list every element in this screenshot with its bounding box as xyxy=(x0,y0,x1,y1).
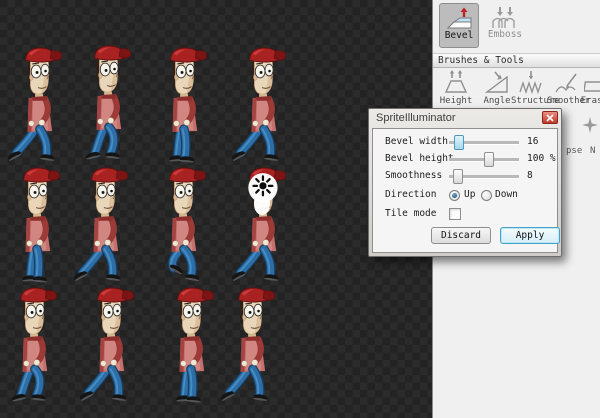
tool-eraser[interactable]: Eraser xyxy=(577,70,600,110)
bevel-mode-button[interactable]: Bevel xyxy=(439,3,479,48)
angle-tool-icon xyxy=(484,70,510,94)
brushes-tools-title: Brushes & Tools xyxy=(438,55,524,66)
bevel-height-value: 100 % xyxy=(527,153,556,164)
tool-structure[interactable]: Structure xyxy=(511,70,551,110)
emboss-mode-button[interactable]: Emboss xyxy=(482,3,528,46)
sprite-frame xyxy=(4,46,72,165)
walking-character-sprite xyxy=(149,46,217,165)
sparkle-tool-icon[interactable] xyxy=(581,116,599,134)
walking-character-sprite xyxy=(217,286,285,405)
structure-tool-icon xyxy=(518,70,544,94)
bevel-height-label: Bevel height xyxy=(385,153,454,164)
eraser-tool-icon xyxy=(584,70,600,94)
sprite-frame xyxy=(217,286,285,405)
walking-character-sprite xyxy=(148,166,216,285)
walking-character-sprite xyxy=(76,286,144,405)
height-tool-label: Height xyxy=(436,96,476,106)
apply-button[interactable]: Apply xyxy=(500,227,560,244)
structure-tool-label: Structure xyxy=(511,96,551,106)
walking-character-sprite xyxy=(4,46,72,165)
direction-label: Direction xyxy=(385,189,436,200)
close-button[interactable] xyxy=(542,111,558,124)
smoothness-slider-thumb[interactable] xyxy=(453,169,463,184)
sprite-frame xyxy=(76,286,144,405)
sprite-frame xyxy=(156,286,224,405)
bevel-mode-label: Bevel xyxy=(440,30,478,41)
discard-button[interactable]: Discard xyxy=(431,227,491,244)
smoothness-value: 8 xyxy=(527,170,533,181)
dialog-titlebar[interactable]: SpriteIlluminator xyxy=(372,109,558,128)
walking-character-sprite xyxy=(228,166,296,285)
walking-character-sprite xyxy=(73,44,141,163)
close-icon xyxy=(546,114,554,122)
sprite-frame xyxy=(70,166,138,285)
bevel-width-slider-thumb[interactable] xyxy=(454,135,464,150)
emboss-mode-label: Emboss xyxy=(482,29,528,40)
tile-mode-label: Tile mode xyxy=(385,208,436,219)
bevel-icon xyxy=(445,7,473,31)
tool-height[interactable]: Height xyxy=(436,70,476,110)
ellipse-tool-partial-label[interactable]: pse xyxy=(566,146,582,156)
walking-character-sprite xyxy=(228,46,296,165)
sprite-frame xyxy=(148,166,216,285)
bevel-height-slider-thumb[interactable] xyxy=(484,152,494,167)
dialog-body: Bevel width 16 Bevel height 100 % Smooth… xyxy=(372,128,558,253)
app-window: Bevel Emboss Brushes & Tools He xyxy=(0,0,600,418)
direction-down-radio[interactable] xyxy=(481,190,492,201)
direction-down-label[interactable]: Down xyxy=(495,189,518,200)
sprite-frame xyxy=(228,46,296,165)
bevel-height-slider[interactable] xyxy=(449,158,519,162)
tile-mode-checkbox[interactable] xyxy=(449,208,461,220)
walking-character-sprite xyxy=(2,166,70,285)
smoothness-slider[interactable] xyxy=(449,175,519,179)
sprite-illuminator-dialog: SpriteIlluminator Bevel width 16 Bevel h… xyxy=(368,108,562,257)
sprite-frame xyxy=(73,44,141,163)
next-tool-partial-label[interactable]: N xyxy=(590,146,595,156)
eraser-tool-label: Eraser xyxy=(577,96,600,106)
emboss-icon xyxy=(491,6,519,30)
walking-character-sprite xyxy=(156,286,224,405)
walking-character-sprite xyxy=(0,286,67,405)
height-tool-icon xyxy=(443,70,469,94)
brushes-tools-header: Brushes & Tools xyxy=(433,53,600,68)
sprite-frame xyxy=(228,166,296,285)
bevel-width-slider[interactable] xyxy=(449,141,519,145)
dialog-title: SpriteIlluminator xyxy=(376,112,455,124)
sprite-frame xyxy=(0,286,67,405)
smoothness-label: Smoothness xyxy=(385,170,442,181)
walking-character-sprite xyxy=(70,166,138,285)
bevel-width-label: Bevel width xyxy=(385,136,448,147)
sprite-frame xyxy=(2,166,70,285)
direction-up-radio[interactable] xyxy=(449,190,460,201)
sprite-frame xyxy=(149,46,217,165)
bevel-width-value: 16 xyxy=(527,136,538,147)
direction-up-label[interactable]: Up xyxy=(464,189,475,200)
